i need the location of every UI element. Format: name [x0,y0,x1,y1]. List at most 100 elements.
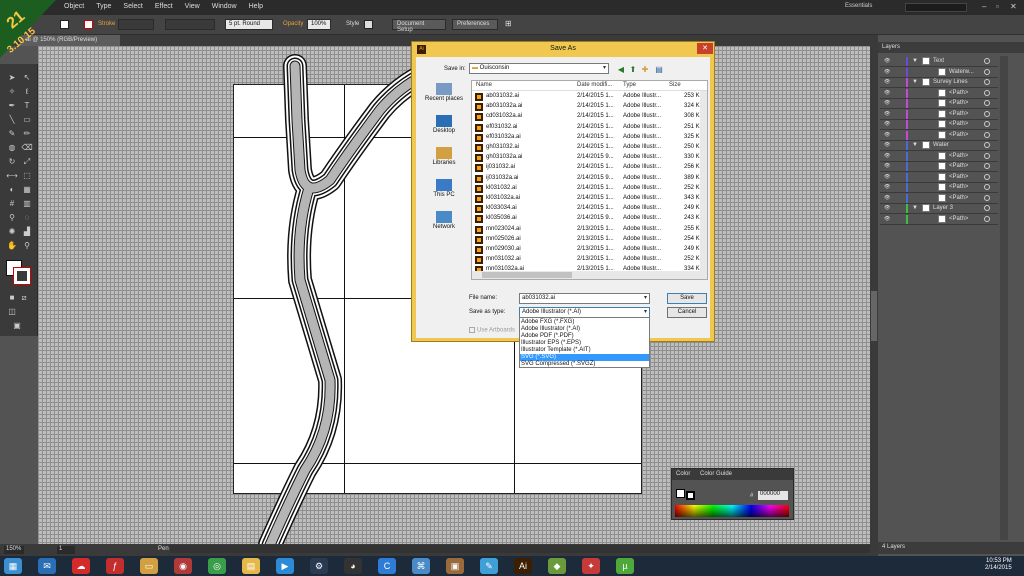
taskbar-clock[interactable]: 10:53 PM 2/14/2015 [985,558,1012,572]
file-row[interactable]: kl033034.ai 2/14/2015 1... Adobe Illustr..… [472,204,700,214]
layer-label[interactable]: <Path> [949,132,968,138]
illustrator-icon[interactable]: Ai [514,558,532,574]
layer-row[interactable]: 👁 ▼ Water [880,140,998,151]
layer-label[interactable]: Text [933,58,944,64]
bag-icon[interactable]: ▣ [446,558,464,574]
use-artboards-checkbox[interactable]: Use Artboards [469,327,515,334]
layer-row[interactable]: 👁 Waterw... [880,67,998,78]
color-guide-tab[interactable]: Color Guide [700,471,732,477]
color-spectrum[interactable] [675,505,789,517]
layer-row[interactable]: 👁 <Path> [880,161,998,172]
blob-brush-tool-icon[interactable]: ◍ [5,142,19,154]
free-transform-tool-icon[interactable]: ⬚ [20,170,34,182]
selection-tool-icon[interactable]: ➤ [5,72,19,84]
layer-label[interactable]: <Path> [949,121,968,127]
stroke-indicator[interactable] [686,491,695,500]
visibility-eye-icon[interactable]: 👁 [884,79,890,85]
scale-tool-icon[interactable]: ⤢ [20,156,34,168]
target-circle-icon[interactable] [984,215,990,222]
pen-app-icon[interactable]: ✎ [480,558,498,574]
mail-app-icon[interactable]: ✉ [38,558,56,574]
save-type-option[interactable]: Illustrator EPS (*.EPS) [520,340,649,347]
shape-builder-tool-icon[interactable]: ◐ [5,184,19,196]
horizontal-scrollbar[interactable] [170,545,870,553]
file-row[interactable]: mn029030.ai 2/13/2015 1... Adobe Illustr..… [472,245,700,255]
stroke-color-icon[interactable] [13,267,31,285]
save-in-select[interactable]: ▬ Ouisconsin ▾ [469,63,609,74]
target-circle-icon[interactable] [984,131,990,138]
cortana-icon[interactable]: C [378,558,396,574]
layers-panel-tab[interactable]: Layers [878,42,1024,53]
zoom-field[interactable]: 150% [4,546,24,554]
layer-label[interactable]: Survey Lines [933,79,968,85]
layer-row[interactable]: 👁 <Path> [880,88,998,99]
layer-row[interactable]: 👁 <Path> [880,151,998,162]
graph-tool-icon[interactable]: ▟ [20,226,34,238]
save-type-option[interactable]: SVG Compressed (*.SVGZ) [520,361,649,368]
file-row[interactable]: mn031032.ai 2/13/2015 1... Adobe Illustr..… [472,255,700,265]
rectangle-tool-icon[interactable]: ▭ [20,114,34,126]
file-row[interactable]: kl035036.ai 2/14/2015 9... Adobe Illustr..… [472,214,700,224]
layer-label[interactable]: <Path> [949,111,968,117]
save-type-option[interactable]: SVG (*.SVG) [520,354,649,361]
vertical-scrollbar[interactable] [870,46,878,544]
eraser-tool-icon[interactable]: ⌫ [20,142,34,154]
file-list-hscroll-thumb[interactable] [482,272,572,278]
file-list-hscrollbar[interactable] [472,271,700,279]
up-folder-icon[interactable]: ⬆ [628,65,638,75]
target-circle-icon[interactable] [984,152,990,159]
perspective-grid-tool-icon[interactable]: ▦ [20,184,34,196]
lasso-tool-icon[interactable]: ℓ [20,86,34,98]
visibility-eye-icon[interactable]: 👁 [884,184,890,190]
layer-row[interactable]: 👁 ▼ Layer 3 [880,203,998,214]
target-circle-icon[interactable] [984,163,990,169]
target-circle-icon[interactable] [984,110,990,117]
expand-arrow-icon[interactable]: ▼ [912,205,918,211]
target-circle-icon[interactable] [984,89,990,96]
flash-icon[interactable]: ƒ [106,558,124,574]
line-tool-icon[interactable]: ╲ [5,114,19,126]
symbol-sprayer-tool-icon[interactable]: ✺ [5,226,19,238]
fill-indicator[interactable] [676,489,685,498]
visibility-eye-icon[interactable]: 👁 [884,195,890,201]
expand-arrow-icon[interactable]: ▼ [912,79,918,85]
layer-row[interactable]: 👁 <Path> [880,119,998,130]
magic-wand-tool-icon[interactable]: ✧ [5,86,19,98]
layer-row[interactable]: 👁 ▼ Survey Lines [880,77,998,88]
layer-row[interactable]: 👁 <Path> [880,172,998,183]
color-tab[interactable]: Color [676,471,690,477]
file-row[interactable]: mn025026.ai 2/13/2015 1... Adobe Illustr..… [472,235,700,245]
file-row[interactable]: kl031032a.ai 2/14/2015 1... Adobe Illustr.… [472,194,700,204]
expand-arrow-icon[interactable]: ▼ [912,58,918,64]
view-menu-icon[interactable]: ▤ [654,65,664,75]
layer-label[interactable]: <Path> [949,216,968,222]
game-icon[interactable]: ✦ [582,558,600,574]
layer-label[interactable]: <Path> [949,90,968,96]
target-circle-icon[interactable] [984,79,990,85]
width-tool-icon[interactable]: ⟷ [5,170,19,182]
visibility-eye-icon[interactable]: 👁 [884,142,890,148]
file-row[interactable]: ab031032.ai 2/14/2015 1... Adobe Illustr..… [472,92,700,102]
draw-mode-icon[interactable]: ◫ [5,306,19,318]
layer-label[interactable]: <Path> [949,163,968,169]
cancel-button[interactable]: Cancel [667,307,707,318]
windows-icon[interactable]: ▦ [4,558,22,574]
save-type-option[interactable]: Adobe FXG (*.FXG) [520,319,649,326]
target-circle-icon[interactable] [984,58,990,64]
steam-icon[interactable]: ⚙ [310,558,328,574]
pencil-tool-icon[interactable]: ✏ [20,128,34,140]
visibility-eye-icon[interactable]: 👁 [884,163,890,169]
target-circle-icon[interactable] [984,100,990,106]
qq-icon[interactable]: ◕ [344,558,362,574]
hand-tool-icon[interactable]: ✋ [5,240,19,252]
visibility-eye-icon[interactable]: 👁 [884,111,890,117]
visibility-eye-icon[interactable]: 👁 [884,205,890,211]
file-row[interactable]: kl031032.ai 2/14/2015 1... Adobe Illustr..… [472,184,700,194]
media-icon[interactable]: ◉ [174,558,192,574]
place-desktop[interactable]: Desktop [420,115,468,134]
visibility-eye-icon[interactable]: 👁 [884,174,890,180]
column-name[interactable]: Name [476,82,492,88]
wmp-icon[interactable]: ▶ [276,558,294,574]
direct-selection-tool-icon[interactable]: ↖ [20,72,34,84]
file-row[interactable]: mn023024.ai 2/13/2015 1... Adobe Illustr..… [472,225,700,235]
